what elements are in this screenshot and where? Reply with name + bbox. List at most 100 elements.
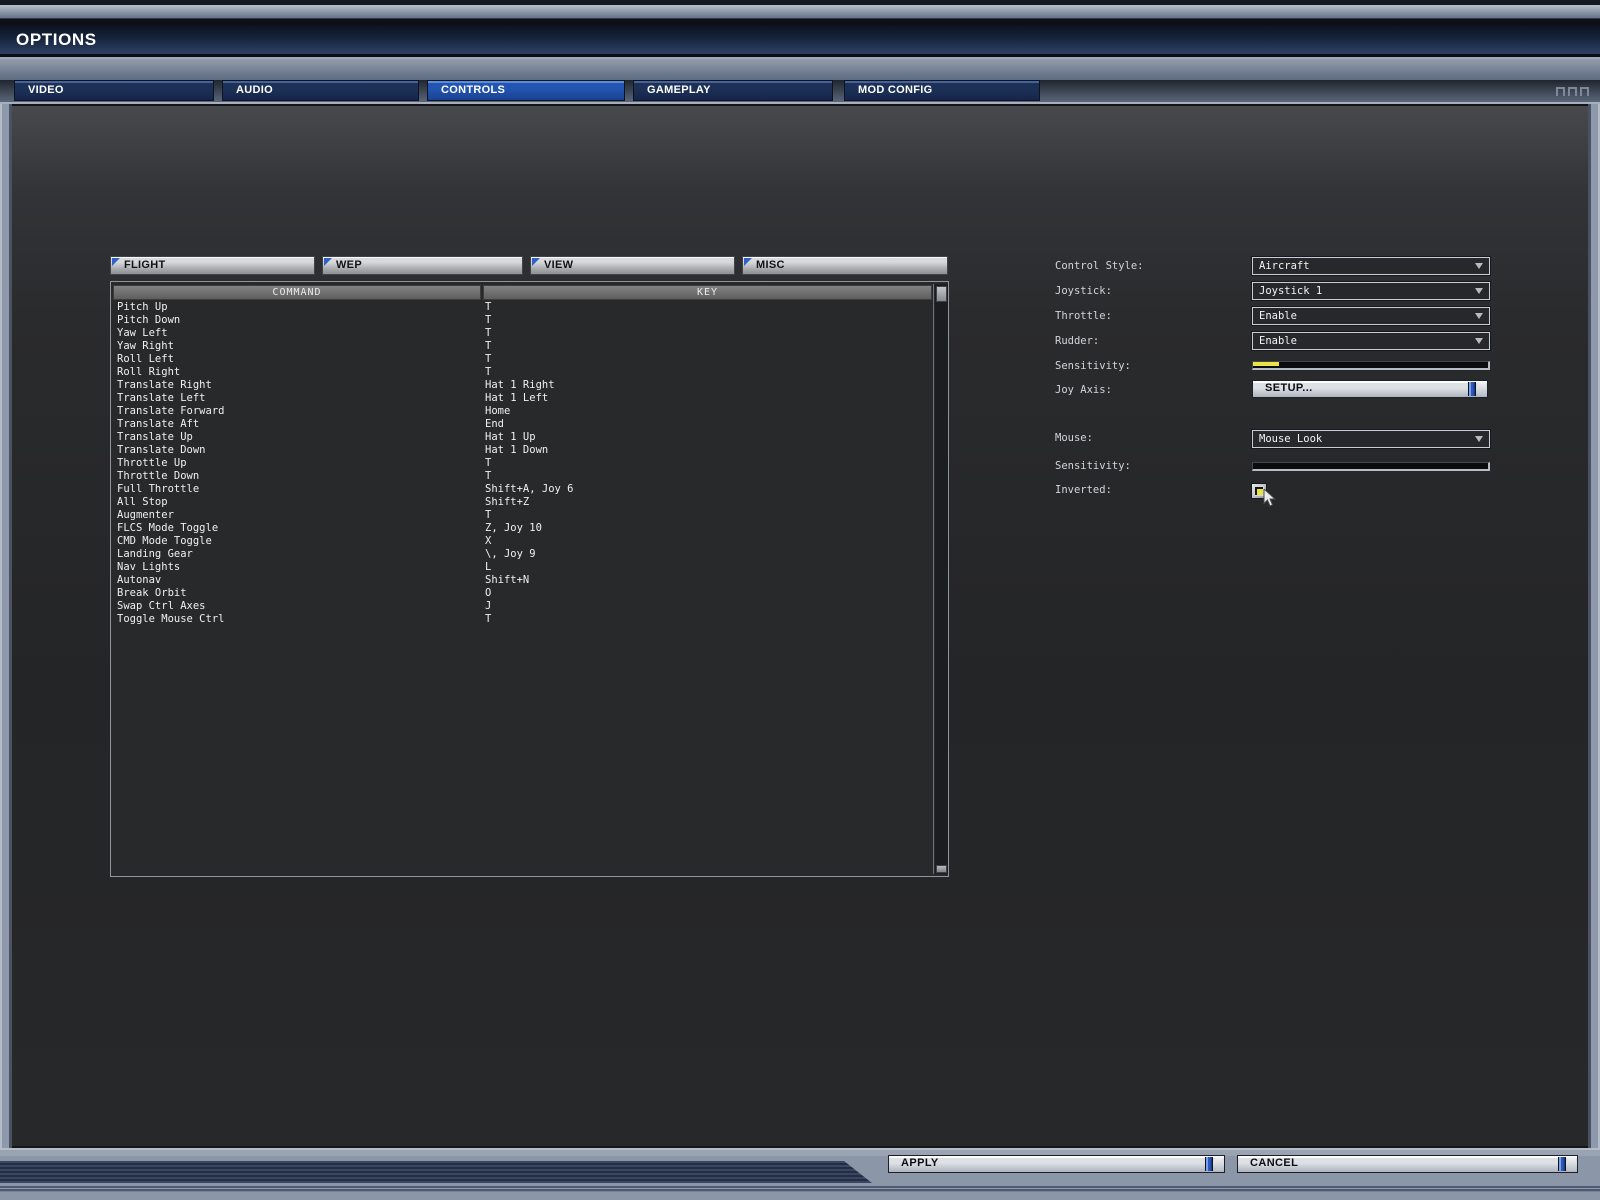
tab-video[interactable]: VIDEO — [14, 80, 214, 101]
command-cell: Throttle Up — [117, 457, 187, 469]
rudder-value: Enable — [1259, 335, 1297, 347]
scrollbar-divider — [933, 284, 934, 874]
subtab-label: FLIGHT — [124, 259, 166, 271]
joy-axis-setup-button[interactable]: SETUP... — [1252, 380, 1488, 398]
table-row[interactable]: All Stop Shift+Z — [113, 496, 932, 509]
table-row[interactable]: Yaw Right T — [113, 340, 932, 353]
tab-controls[interactable]: CONTROLS — [427, 80, 625, 101]
table-row[interactable]: Roll Left T — [113, 353, 932, 366]
subtab-flight[interactable]: FLIGHT — [110, 256, 315, 275]
key-cell: T — [485, 366, 492, 378]
subtab-misc[interactable]: MISC — [742, 256, 948, 275]
command-cell: Landing Gear — [117, 548, 193, 560]
table-row[interactable]: Landing Gear \, Joy 9 — [113, 548, 932, 561]
key-cell: T — [485, 457, 492, 469]
scrollbar-end-button[interactable] — [936, 865, 947, 873]
subtab-view[interactable]: VIEW — [530, 256, 735, 275]
control-style-dropdown[interactable]: Aircraft — [1252, 257, 1490, 275]
table-row[interactable]: Translate Up Hat 1 Up — [113, 431, 932, 444]
mouse-sensitivity-slider[interactable] — [1252, 462, 1490, 471]
column-header-command: COMMAND — [113, 285, 481, 300]
control-style-value: Aircraft — [1259, 260, 1310, 272]
command-cell: Translate Down — [117, 444, 206, 456]
table-row[interactable]: Pitch Down T — [113, 314, 932, 327]
table-row[interactable]: Translate Down Hat 1 Down — [113, 444, 932, 457]
table-row[interactable]: Augmenter T — [113, 509, 932, 522]
command-cell: Roll Right — [117, 366, 181, 378]
table-row[interactable]: Roll Right T — [113, 366, 932, 379]
inverted-label: Inverted: — [1055, 484, 1112, 496]
subtab-wep[interactable]: WEP — [322, 256, 523, 275]
table-row[interactable]: Autonav Shift+N — [113, 574, 932, 587]
tab-audio[interactable]: AUDIO — [222, 80, 419, 101]
command-cell: Pitch Up — [117, 301, 168, 313]
subtab-label: VIEW — [544, 259, 574, 271]
key-cell: Shift+Z — [485, 496, 530, 508]
rudder-dropdown[interactable]: Enable — [1252, 332, 1490, 350]
table-row[interactable]: FLCS Mode Toggle Z, Joy 10 — [113, 522, 932, 535]
key-cell: Shift+A, Joy 6 — [485, 483, 574, 495]
key-cell: \, Joy 9 — [485, 548, 536, 560]
table-row[interactable]: Translate Left Hat 1 Left — [113, 392, 932, 405]
table-row[interactable]: Yaw Left T — [113, 327, 932, 340]
key-cell: Hat 1 Up — [485, 431, 536, 443]
corner-triangle-icon — [532, 258, 540, 266]
table-row[interactable]: Throttle Down T — [113, 470, 932, 483]
page-title: OPTIONS — [16, 30, 97, 49]
rudder-label: Rudder: — [1055, 335, 1100, 347]
subtab-label: WEP — [336, 259, 362, 271]
scrollbar[interactable] — [935, 284, 948, 874]
table-row[interactable]: Break Orbit O — [113, 587, 932, 600]
command-cell: Translate Right — [117, 379, 212, 391]
key-cell: End — [485, 418, 504, 430]
throttle-value: Enable — [1259, 310, 1297, 322]
chevron-down-icon — [1475, 288, 1483, 294]
mouse-cursor-icon — [1263, 489, 1277, 507]
key-cell: T — [485, 301, 492, 313]
command-cell: Autonav — [117, 574, 162, 586]
command-cell: Full Throttle — [117, 483, 200, 495]
tab-gameplay[interactable]: GAMEPLAY — [633, 80, 833, 101]
key-bindings-table: COMMAND KEY Pitch Up T Pitch Down T Yaw Left… — [110, 281, 949, 877]
joy-sensitivity-slider[interactable] — [1252, 361, 1490, 370]
command-cell: Yaw Right — [117, 340, 174, 352]
command-cell: Swap Ctrl Axes — [117, 600, 206, 612]
tab-mod-config[interactable]: MOD CONFIG — [844, 80, 1040, 101]
button-cap-end — [1568, 1157, 1576, 1171]
joystick-value: Joystick 1 — [1259, 285, 1323, 297]
table-row[interactable]: Throttle Up T — [113, 457, 932, 470]
table-row[interactable]: Translate Forward Home — [113, 405, 932, 418]
table-row[interactable]: Full Throttle Shift+A, Joy 6 — [113, 483, 932, 496]
table-row[interactable]: Pitch Up T — [113, 301, 932, 314]
table-row[interactable]: Swap Ctrl Axes J — [113, 600, 932, 613]
table-row[interactable]: Toggle Mouse Ctrl T — [113, 613, 932, 626]
joystick-dropdown[interactable]: Joystick 1 — [1252, 282, 1490, 300]
command-cell: Yaw Left — [117, 327, 168, 339]
command-cell: All Stop — [117, 496, 168, 508]
apply-button[interactable]: APPLY — [888, 1155, 1225, 1173]
key-cell: Home — [485, 405, 511, 417]
throttle-dropdown[interactable]: Enable — [1252, 307, 1490, 325]
table-row[interactable]: CMD Mode Toggle X — [113, 535, 932, 548]
key-cell: T — [485, 340, 492, 352]
cancel-button-label: CANCEL — [1250, 1157, 1299, 1169]
table-row[interactable]: Translate Aft End — [113, 418, 932, 431]
key-cell: L — [485, 561, 492, 573]
table-row[interactable]: Translate Right Hat 1 Right — [113, 379, 932, 392]
mouse-sensitivity-label: Sensitivity: — [1055, 460, 1131, 472]
command-cell: Break Orbit — [117, 587, 187, 599]
key-table-rows: Pitch Up T Pitch Down T Yaw Left T Yaw Right T R… — [113, 301, 932, 626]
chevron-down-icon — [1475, 338, 1483, 344]
key-cell: Hat 1 Down — [485, 444, 549, 456]
scrollbar-thumb[interactable] — [936, 286, 947, 302]
cancel-button[interactable]: CANCEL — [1237, 1155, 1578, 1173]
command-cell: Translate Left — [117, 392, 206, 404]
table-row[interactable]: Nav Lights L — [113, 561, 932, 574]
frame-left-edge — [0, 104, 12, 1148]
key-cell: Hat 1 Left — [485, 392, 549, 404]
command-cell: Throttle Down — [117, 470, 200, 482]
chevron-down-icon — [1475, 263, 1483, 269]
footer-stripes-decoration — [0, 1161, 872, 1183]
command-cell: Nav Lights — [117, 561, 181, 573]
mouse-dropdown[interactable]: Mouse Look — [1252, 430, 1490, 448]
